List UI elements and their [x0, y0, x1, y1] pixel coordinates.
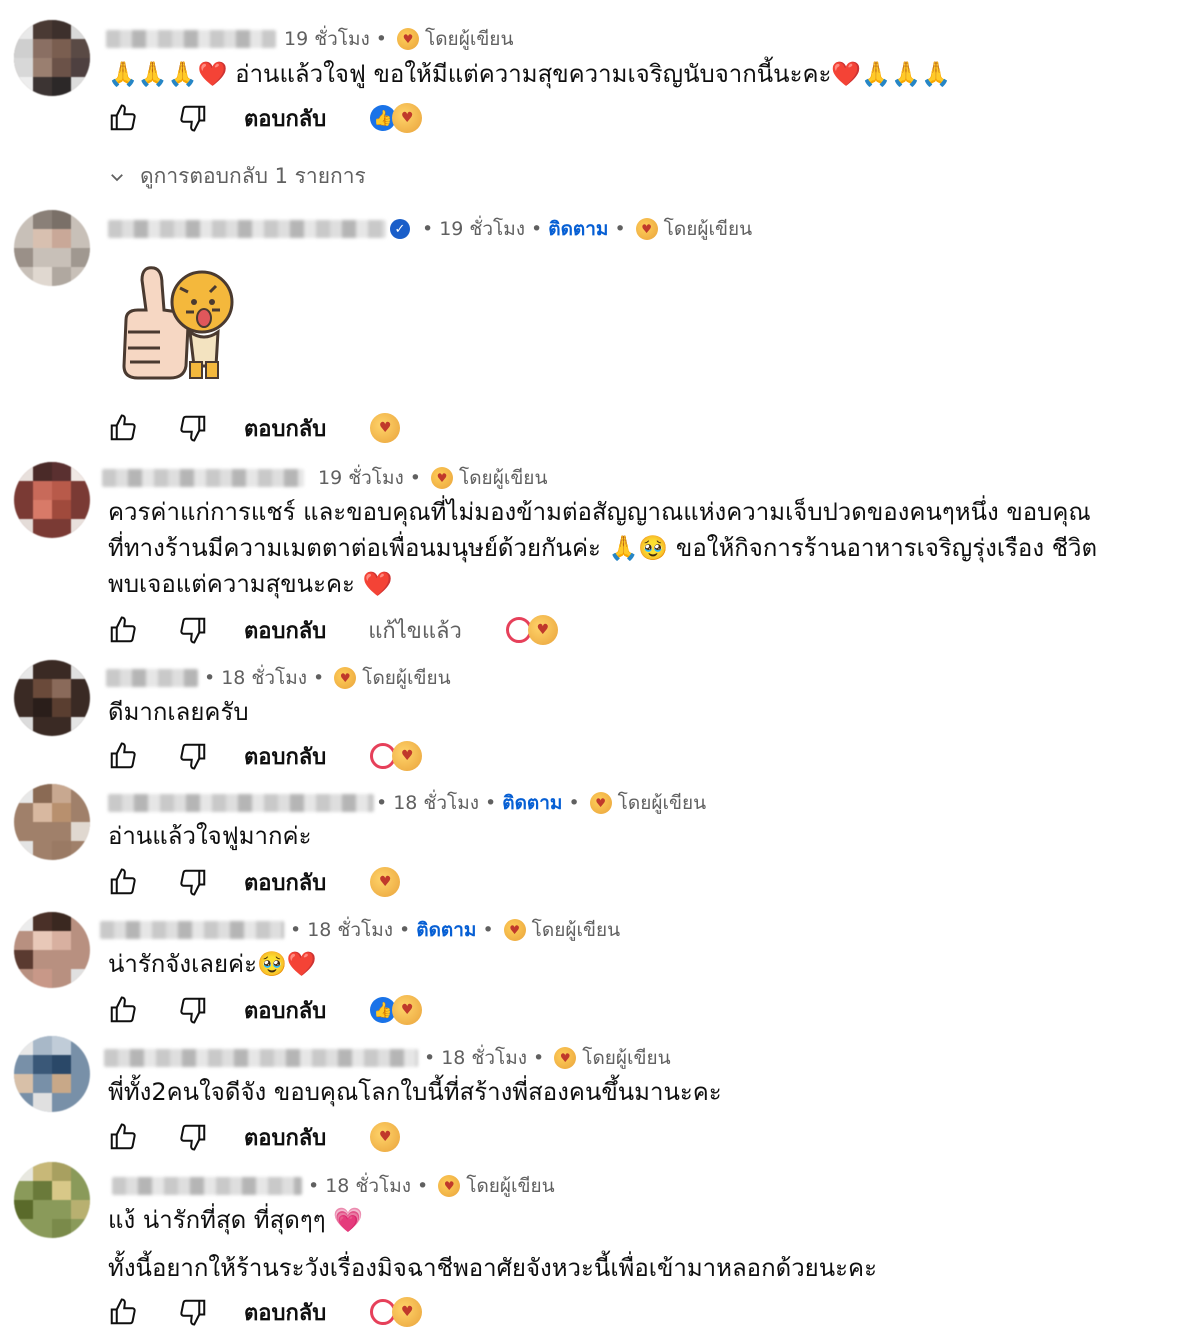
comment-text: ดีมากเลยครับ — [108, 698, 249, 726]
reply-button[interactable]: ตอบกลับ — [244, 1120, 326, 1155]
reply-button[interactable]: ตอบกลับ — [244, 411, 326, 446]
by-creator-label: โดยผู้เขียน — [466, 1175, 555, 1197]
by-creator-label: โดยผู้เขียน — [425, 28, 514, 50]
dislike-icon[interactable] — [178, 741, 208, 771]
dislike-icon[interactable] — [178, 1297, 208, 1327]
reply-button[interactable]: ตอบกลับ — [244, 865, 326, 900]
author-name-blurred[interactable] — [100, 921, 284, 939]
view-replies-label: ดูการตอบกลับ 1 รายการ — [140, 164, 366, 188]
like-icon[interactable] — [108, 615, 138, 645]
dislike-icon[interactable] — [178, 103, 208, 133]
creator-avatar-icon: ♥ — [392, 103, 423, 133]
creator-reaction: ♥ — [370, 1122, 401, 1152]
verified-icon: ✓ — [390, 219, 410, 239]
author-name-blurred[interactable] — [112, 1177, 302, 1195]
dislike-icon[interactable] — [178, 995, 208, 1025]
dislike-icon[interactable] — [178, 615, 208, 645]
comment-time[interactable]: 19 ชั่วโมง — [439, 214, 525, 244]
like-icon[interactable] — [108, 1122, 138, 1152]
author-name-blurred[interactable] — [104, 1049, 418, 1067]
creator-reaction: ♥ — [370, 741, 423, 771]
author-name-blurred[interactable] — [108, 220, 386, 238]
dislike-icon[interactable] — [178, 413, 208, 443]
author-name-blurred[interactable] — [102, 469, 304, 487]
reply-button[interactable]: ตอบกลับ — [244, 993, 326, 1028]
creator-avatar-icon: ♥ — [527, 615, 558, 645]
creator-heart-icon: ♥ — [503, 919, 526, 941]
avatar[interactable] — [14, 1036, 90, 1112]
creator-avatar-icon: ♥ — [370, 867, 401, 897]
reply-button[interactable]: ตอบกลับ — [244, 101, 326, 136]
creator-heart-icon: ♥ — [334, 667, 357, 689]
edited-label: แก้ไขแล้ว — [368, 618, 462, 644]
like-icon[interactable] — [108, 867, 138, 897]
avatar[interactable] — [14, 784, 90, 860]
creator-reaction: ♥ — [370, 413, 401, 443]
chevron-down-icon — [111, 173, 123, 181]
author-name-blurred[interactable] — [108, 794, 374, 812]
by-creator-label: โดยผู้เขียน — [582, 1047, 671, 1069]
like-icon[interactable] — [108, 413, 138, 443]
author-name-blurred[interactable] — [106, 669, 198, 687]
follow-button[interactable]: ติดตาม — [548, 214, 608, 244]
comment-text: น่ารักจังเลยค่ะ🥹❤️ — [108, 950, 317, 978]
creator-reaction: ♥ — [370, 867, 401, 897]
view-replies-button[interactable]: ดูการตอบกลับ 1 รายการ — [108, 160, 366, 193]
by-creator-label: โดยผู้เขียน — [459, 467, 548, 489]
comment-text: พี่ทั้ง2คนใจดีจัง ขอบคุณโลกใบนี้ที่สร้าง… — [108, 1078, 722, 1106]
creator-heart-icon: ♥ — [589, 792, 612, 814]
comment-time[interactable]: 18 ชั่วโมง — [325, 1171, 411, 1201]
creator-avatar-icon: ♥ — [392, 1297, 423, 1327]
by-creator-label: โดยผู้เขียน — [531, 919, 621, 941]
by-creator-label: โดยผู้เขียน — [362, 667, 451, 689]
reply-button[interactable]: ตอบกลับ — [244, 739, 326, 774]
comment-time[interactable]: 18 ชั่วโมง — [307, 915, 393, 945]
like-icon[interactable] — [108, 741, 138, 771]
creator-avatar-icon: ♥ — [392, 741, 423, 771]
reply-button[interactable]: ตอบกลับ — [244, 613, 326, 648]
avatar[interactable] — [14, 462, 90, 538]
comment-text: 🙏🙏🙏❤️ อ่านแล้วใจฟู ขอให้มีแต่ความสุขความ… — [108, 60, 951, 88]
dislike-icon[interactable] — [178, 1122, 208, 1152]
avatar[interactable] — [14, 660, 90, 736]
by-creator-label: โดยผู้เขียน — [663, 218, 753, 240]
creator-heart-icon: ♥ — [554, 1047, 577, 1069]
creator-heart-icon: ♥ — [438, 1175, 461, 1197]
avatar[interactable] — [14, 210, 90, 286]
avatar[interactable] — [14, 1162, 90, 1238]
comment-text: อ่านแล้วใจฟูมากค่ะ — [108, 822, 312, 850]
thumbs-up-tiger-sticker — [122, 266, 234, 380]
creator-avatar-icon: ♥ — [392, 995, 423, 1025]
author-name-blurred[interactable] — [106, 30, 276, 48]
creator-reaction: 👍 ♥ — [370, 103, 423, 133]
avatar[interactable] — [14, 912, 90, 988]
creator-heart-icon: ♥ — [431, 467, 454, 489]
creator-avatar-icon: ♥ — [370, 1122, 401, 1152]
creator-reaction: ♥ — [505, 615, 558, 645]
comment-time[interactable]: 18 ชั่วโมง — [221, 663, 307, 693]
creator-reaction: ♥ — [370, 1297, 423, 1327]
follow-button[interactable]: ติดตาม — [502, 788, 562, 818]
comment-time[interactable]: 19 ชั่วโมง — [318, 463, 404, 493]
by-creator-label: โดยผู้เขียน — [617, 792, 707, 814]
avatar[interactable] — [14, 20, 90, 96]
comment-text: ควรค่าแก่การแชร์ และขอบคุณที่ไม่มองข้ามต… — [108, 498, 1098, 598]
creator-reaction: 👍 ♥ — [370, 995, 423, 1025]
comment-time[interactable]: 19 ชั่วโมง — [284, 24, 370, 54]
comment-text: แง้ น่ารักที่สุด ที่สุดๆๆ 💗 ทั้งนี้อยากใ… — [108, 1206, 877, 1282]
like-icon[interactable] — [108, 103, 138, 133]
comment-time[interactable]: 18 ชั่วโมง — [393, 788, 479, 818]
follow-button[interactable]: ติดตาม — [416, 915, 476, 945]
creator-avatar-icon: ♥ — [370, 413, 401, 443]
dislike-icon[interactable] — [178, 867, 208, 897]
like-icon[interactable] — [108, 995, 138, 1025]
creator-heart-icon: ♥ — [397, 28, 420, 50]
comment-time[interactable]: 18 ชั่วโมง — [441, 1043, 527, 1073]
like-icon[interactable] — [108, 1297, 138, 1327]
reply-button[interactable]: ตอบกลับ — [244, 1295, 326, 1330]
creator-heart-icon: ♥ — [635, 218, 658, 240]
